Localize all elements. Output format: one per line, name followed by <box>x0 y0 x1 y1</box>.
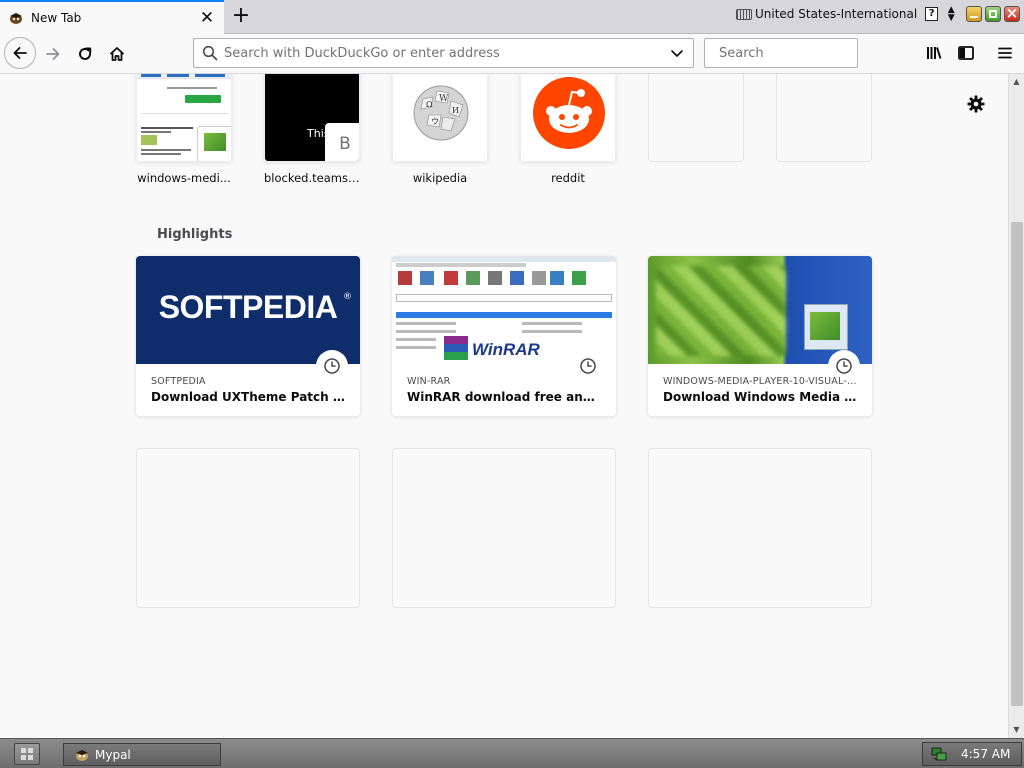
sidebar-icon <box>958 46 974 60</box>
taskbar-item-mypal[interactable]: Mypal <box>63 743 221 766</box>
search-input[interactable] <box>719 45 889 61</box>
top-site-empty-slot[interactable] <box>648 74 744 162</box>
library-button[interactable] <box>921 40 947 66</box>
card-source: SOFTPEDIA <box>151 376 206 387</box>
keyboard-layout-indicator[interactable]: United States-International ? ▲ ▼ <box>736 3 966 25</box>
card-source: WIN-RAR <box>407 376 451 387</box>
reddit-logo-icon <box>533 77 605 149</box>
tab-strip: New Tab ✕ + United States-International … <box>0 0 1024 34</box>
card-title: WinRAR download free and sup... <box>407 390 603 404</box>
navigation-toolbar <box>0 34 1024 74</box>
scroll-up-arrow-icon[interactable]: ▲ <box>1009 74 1024 90</box>
hamburger-menu-icon <box>998 47 1012 59</box>
top-site-thumbnail <box>136 74 232 162</box>
forward-arrow-icon <box>46 48 60 60</box>
mypal-app-icon <box>76 749 88 761</box>
help-icon[interactable]: ? <box>925 7 939 21</box>
chevron-down-icon[interactable] <box>669 45 685 61</box>
top-site-thumbnail: This B <box>264 74 360 162</box>
top-site-empty-slot[interactable] <box>776 74 872 162</box>
highlight-card[interactable]: SOFTPEDIA ® SOFTPEDIA Download UXTheme P… <box>136 256 360 416</box>
mypal-favicon-icon <box>10 13 22 24</box>
top-site-placeholder <box>648 74 744 162</box>
back-arrow-icon <box>13 47 27 59</box>
highlight-placeholder <box>136 448 360 608</box>
network-icon[interactable] <box>931 746 947 762</box>
wikipedia-globe-icon: Ω W И ウ <box>413 85 469 141</box>
top-site-tile[interactable]: Ω W И ウ wikipedia <box>392 74 488 185</box>
reload-icon <box>79 47 92 60</box>
forward-button[interactable] <box>38 39 68 69</box>
card-title: Download UXTheme Patch For ... <box>151 390 347 404</box>
top-site-thumbnail <box>520 74 616 162</box>
highlight-placeholder <box>648 448 872 608</box>
menu-button[interactable] <box>992 40 1018 66</box>
window-controls <box>966 4 1020 22</box>
taskbar: Mypal 4:57 AM <box>0 738 1024 768</box>
back-button[interactable] <box>4 37 36 69</box>
top-site-label: blocked.teams.... <box>264 171 360 185</box>
taskbar-item-label: Mypal <box>95 747 131 762</box>
new-tab-page: windows-medi... This B blocked.teams.... <box>0 74 1008 738</box>
card-title: Download Windows Media Playe... <box>663 390 859 404</box>
windows-grid-icon <box>21 748 33 760</box>
site-letter-icon: B <box>325 123 359 161</box>
svg-text:И: И <box>452 106 459 115</box>
search-bar[interactable] <box>704 38 889 68</box>
svg-text:ウ: ウ <box>431 117 439 126</box>
card-thumbnail: SOFTPEDIA ® <box>136 256 360 364</box>
card-source: WINDOWS-MEDIA-PLAYER-10-VISUAL-ST... <box>663 376 859 387</box>
start-menu-button[interactable] <box>14 743 40 765</box>
minimize-button[interactable] <box>966 6 982 22</box>
top-site-tile[interactable]: This B blocked.teams.... <box>264 74 360 185</box>
vertical-scrollbar[interactable]: ▲ ▼ <box>1008 74 1024 738</box>
tab-new-tab[interactable]: New Tab ✕ <box>0 0 224 34</box>
tab-close-icon[interactable]: ✕ <box>198 9 216 27</box>
winrar-logo-text: WinRAR <box>472 340 540 359</box>
highlight-card[interactable]: WinRAR WIN-RAR WinRAR download free and … <box>392 256 616 416</box>
highlight-card[interactable]: WINDOWS-MEDIA-PLAYER-10-VISUAL-ST... Dow… <box>648 256 872 416</box>
taskbar-clock[interactable]: 4:57 AM <box>961 747 1010 761</box>
keyboard-layout-label: United States-International <box>755 7 918 21</box>
top-site-tile[interactable]: reddit <box>520 74 616 185</box>
svg-text:W: W <box>439 94 449 104</box>
gear-icon[interactable] <box>966 94 986 114</box>
url-bar[interactable] <box>193 38 694 68</box>
close-window-button[interactable] <box>1004 4 1020 22</box>
system-tray: 4:57 AM <box>922 742 1022 766</box>
card-thumbnail <box>648 256 872 364</box>
top-site-thumbnail: Ω W И ウ <box>392 74 488 162</box>
svg-text:Ω: Ω <box>426 100 433 109</box>
top-site-placeholder <box>776 74 872 162</box>
home-button[interactable] <box>102 39 132 69</box>
highlight-placeholder <box>392 448 616 608</box>
new-tab-button[interactable]: + <box>228 4 254 30</box>
keyboard-icon <box>736 8 752 20</box>
library-icon <box>927 47 942 59</box>
url-input[interactable] <box>224 45 669 61</box>
scroll-down-arrow-icon[interactable]: ▼ <box>1009 722 1024 738</box>
scrollbar-thumb[interactable] <box>1011 222 1023 706</box>
registered-mark: ® <box>343 292 352 302</box>
maximize-button[interactable] <box>985 6 1001 22</box>
top-site-label: reddit <box>551 171 585 185</box>
softpedia-logo: SOFTPEDIA <box>158 288 338 325</box>
top-site-label: wikipedia <box>412 171 468 185</box>
card-thumbnail: WinRAR <box>392 256 616 364</box>
sidebar-toggle-button[interactable] <box>953 40 979 66</box>
top-site-label: windows-medi... <box>137 171 231 185</box>
highlights-heading: Highlights <box>157 227 233 242</box>
top-sites: windows-medi... This B blocked.teams.... <box>136 74 896 190</box>
tab-title: New Tab <box>31 11 82 25</box>
reload-button[interactable] <box>70 39 100 69</box>
top-site-tile[interactable]: windows-medi... <box>136 74 232 185</box>
search-icon <box>202 45 218 61</box>
home-icon <box>109 47 125 61</box>
updown-arrows-icon[interactable]: ▲ ▼ <box>946 6 956 23</box>
